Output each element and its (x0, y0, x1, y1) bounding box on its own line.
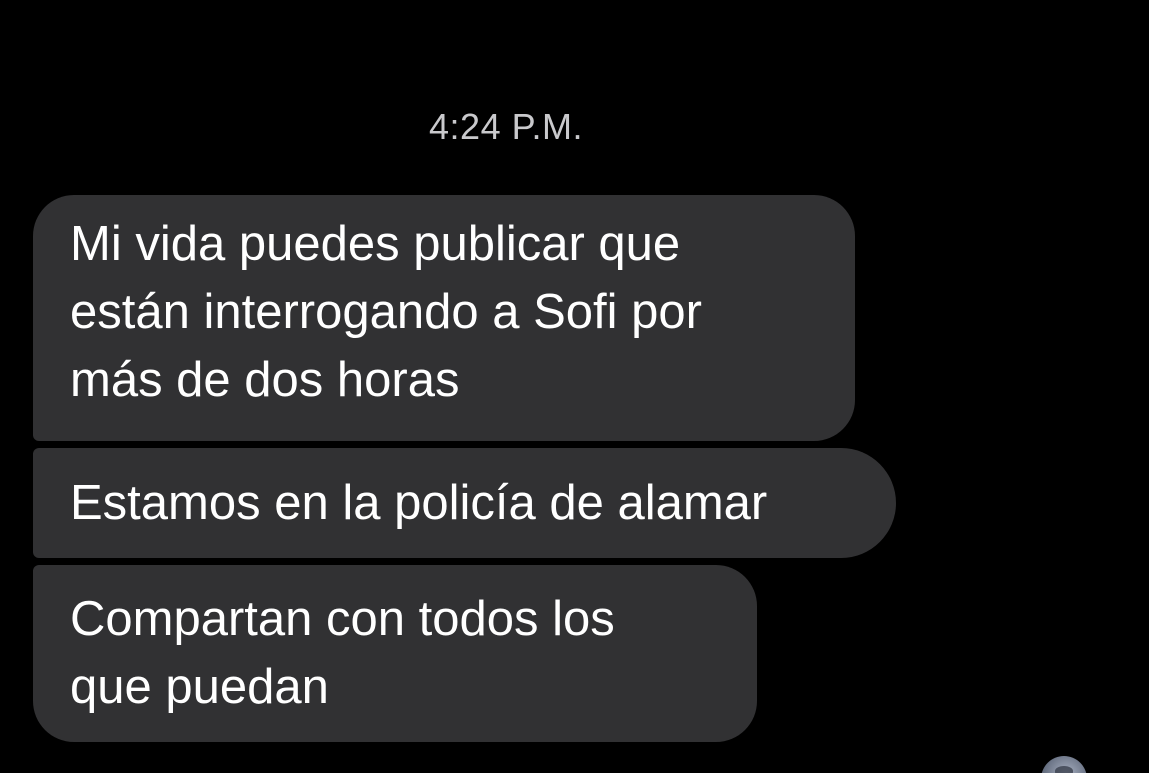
message-text: Mi vida puedes publicar que (70, 217, 681, 271)
message-text: que puedan (70, 660, 329, 714)
message-text: están interrogando a Sofi por (70, 285, 702, 339)
message-bubble[interactable]: Estamos en la policía de alamar (33, 448, 896, 558)
message-bubble[interactable]: Mi vida puedes publicar que están interr… (33, 195, 855, 441)
message-bubble[interactable]: Compartan con todos los que puedan (33, 565, 757, 742)
chat-screen: 4:24 P.M. Mi vida puedes publicar que es… (0, 0, 1149, 773)
avatar-face-icon (1055, 766, 1073, 773)
message-text: Compartan con todos los (70, 592, 615, 646)
message-timestamp: 4:24 P.M. (429, 106, 583, 147)
message-text: Estamos en la policía de alamar (70, 476, 768, 530)
read-receipt-avatar (1041, 756, 1087, 773)
message-text: más de dos horas (70, 353, 460, 407)
